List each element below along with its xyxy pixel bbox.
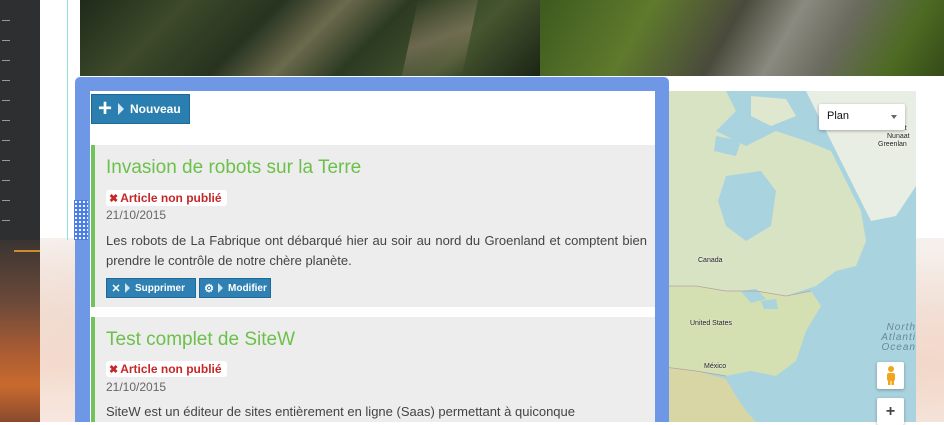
ruler-tick	[2, 80, 10, 81]
map-ocean-label: North Atlanti Ocean	[866, 323, 916, 353]
article-date: 21/10/2015	[106, 208, 167, 222]
article-title[interactable]: Invasion de robots sur la Terre	[106, 157, 361, 179]
zoom-in-button[interactable]: +	[877, 398, 904, 425]
ruler-tick	[2, 200, 10, 201]
arrow-icon	[125, 283, 130, 293]
background-image-strip	[0, 240, 40, 422]
ruler-tick	[2, 60, 10, 61]
article-excerpt: Les robots de La Fabrique ont débarqué h…	[106, 233, 647, 268]
new-article-label: Nouveau	[130, 102, 181, 116]
arrow-icon	[218, 283, 223, 293]
ruler-highlight	[14, 250, 40, 252]
ruler-tick	[2, 140, 10, 141]
drag-handle[interactable]	[74, 200, 88, 240]
map-type-select[interactable]: Plan	[819, 104, 905, 130]
new-article-button[interactable]: + Nouveau	[91, 94, 190, 124]
map-label-greenland: Greenlan	[878, 141, 907, 148]
delete-label: Supprimer	[135, 282, 186, 294]
layout-guide-line	[67, 0, 68, 240]
forest-path-photo	[80, 0, 540, 76]
article-excerpt: SiteW est un éditeur de sites entièremen…	[106, 404, 575, 419]
article-card: Test complet de SiteW ✖ Article non publi…	[91, 317, 655, 422]
chevron-down-icon	[891, 115, 897, 119]
plus-icon: +	[97, 95, 112, 122]
map-type-value: Plan	[827, 110, 850, 122]
ocean-line: Ocean	[881, 342, 916, 353]
ruler-tick	[2, 180, 10, 181]
edit-button[interactable]: ⚙ Modifier	[199, 278, 271, 298]
article-card: Invasion de robots sur la Terre ✖ Article…	[91, 145, 655, 307]
status-text: Article non publié	[120, 191, 222, 205]
close-icon: ✖	[109, 364, 119, 376]
map-label-mexico: México	[704, 363, 727, 370]
close-icon: ✕	[111, 282, 121, 295]
ruler-tick	[2, 160, 10, 161]
ruler-tick	[2, 40, 10, 41]
map-label-usa: United States	[690, 320, 733, 327]
zoom-in-icon: +	[885, 403, 896, 420]
delete-button[interactable]: ✕ Supprimer	[106, 278, 196, 298]
status-text: Article non publié	[120, 362, 222, 376]
ruler-tick	[2, 100, 10, 101]
ruler-tick	[2, 20, 10, 21]
ruler-tick	[2, 120, 10, 121]
article-date: 21/10/2015	[106, 380, 167, 394]
map-label-nunaat: Nunaat	[887, 133, 910, 140]
forest-rock-photo	[540, 0, 944, 76]
pegman-button[interactable]	[877, 362, 904, 389]
status-badge: ✖ Article non publié	[106, 361, 227, 377]
editor-side-strip	[0, 0, 40, 422]
arrow-icon	[118, 103, 124, 115]
map-label-canada: Canada	[698, 257, 723, 264]
close-icon: ✖	[109, 193, 119, 205]
pegman-icon	[886, 366, 895, 385]
edit-label: Modifier	[228, 282, 267, 294]
ruler-tick	[2, 220, 10, 221]
gear-icon: ⚙	[204, 282, 214, 295]
status-badge: ✖ Article non publié	[106, 190, 227, 206]
article-title[interactable]: Test complet de SiteW	[106, 329, 295, 351]
